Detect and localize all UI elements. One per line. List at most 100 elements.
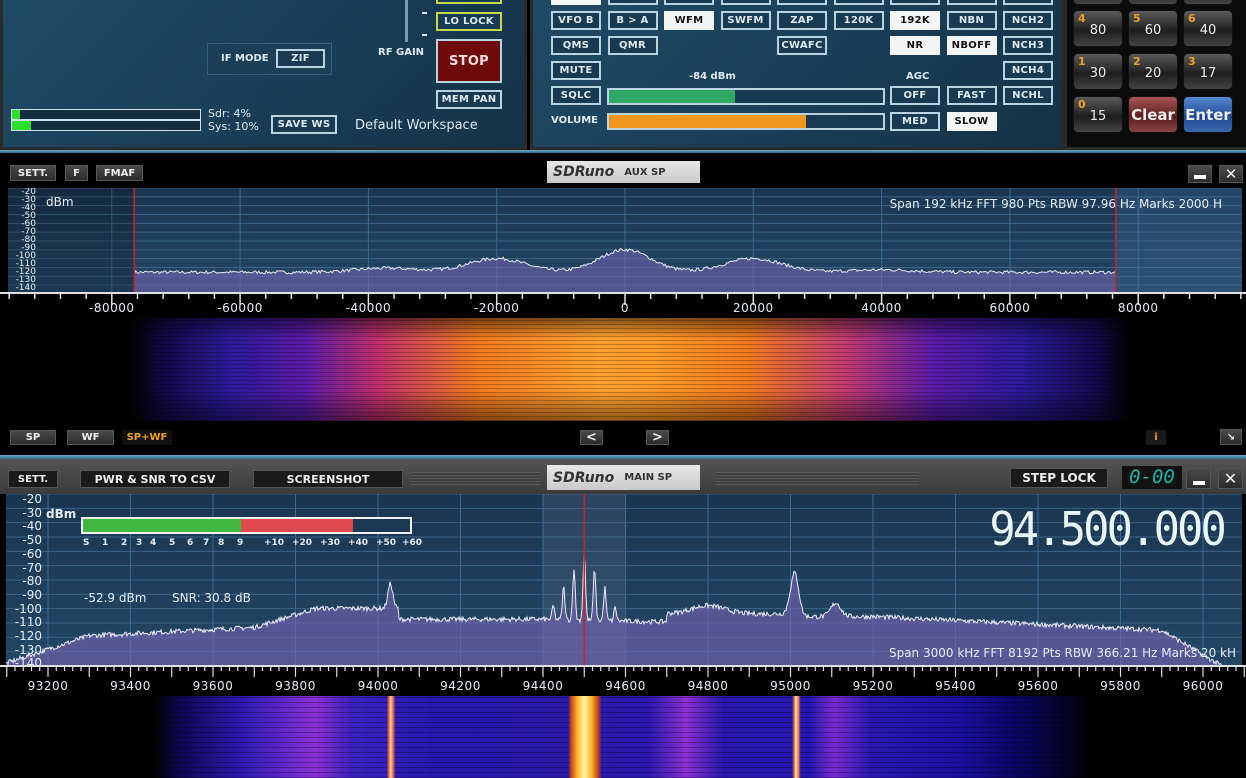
keypad-top-cut[interactable] [1128,0,1178,5]
mem-pan-button[interactable]: MEM PAN [436,90,502,109]
agc-med-button[interactable]: MED [890,112,940,131]
qmr-button[interactable]: QMR [607,36,658,55]
if-mode-zif-button[interactable]: ZIF [276,49,325,68]
aux-x-tick-label: 0 [620,301,630,315]
main-waterfall[interactable] [6,696,1242,778]
save-workspace-button[interactable]: SAVE WS [271,115,337,134]
stop-button[interactable]: STOP [436,39,502,83]
squelch-slider[interactable] [607,88,885,105]
screenshot-button[interactable]: SCREENSHOT [253,470,403,488]
main-y-tick: -50 [22,533,42,548]
aux-waterfall[interactable] [8,318,1242,421]
main-x-tick-label: 96000 [1182,679,1224,693]
keypad-clear-button[interactable]: Clear [1128,96,1178,133]
view-wf-button[interactable]: WF [67,430,114,445]
nr-button[interactable]: NR [890,36,940,55]
step-lock-button[interactable]: STEP LOCK [1010,468,1108,488]
agc-slow-button[interactable]: SLOW [946,112,997,131]
key-band: 15 [1089,109,1107,124]
top-row-cut-button[interactable] [777,0,827,5]
keypad-top-cut[interactable] [1183,0,1233,5]
button-zap[interactable]: ZAP [777,11,827,30]
nchl-button[interactable]: NCHL [1003,86,1053,105]
top-row-cut-button[interactable] [1003,0,1053,5]
main-settings-button[interactable]: SETT. [8,470,58,488]
aux-resize-button[interactable]: ↘ [1220,429,1242,445]
main-y-tick: -90 [22,587,42,602]
top-row-cut-button[interactable] [551,0,601,5]
top-row-cut-button[interactable] [607,0,658,5]
key-band: 60 [1144,23,1162,38]
aux-x-tick-label: 20000 [732,301,774,315]
keypad-enter-button[interactable]: Enter [1183,96,1233,133]
close-icon: ✕ [1224,165,1238,183]
agc-fast-button[interactable]: FAST [946,86,997,105]
aux-prev-button[interactable]: < [580,430,603,445]
aux-f-button[interactable]: F [65,165,88,181]
button-b-a[interactable]: B > A [607,11,658,30]
rf-gain-label: RF GAIN [378,47,425,58]
nch3-button[interactable]: NCH3 [1003,36,1053,55]
key-number: 2 [1133,55,1141,68]
button-wfm[interactable]: WFM [664,11,714,30]
view-sp-button[interactable]: SP [10,430,56,445]
top-row-cut-button[interactable] [946,0,997,5]
nboff-button[interactable]: NBOFF [946,36,997,55]
main-x-tick-label: 94400 [522,679,564,693]
button-vfo-b[interactable]: VFO B [551,11,601,30]
lo-lock-button[interactable]: LO LOCK [436,12,502,31]
top-row-cut-button[interactable] [890,0,940,5]
pwr-snr-csv-button[interactable]: PWR & SNR TO CSV [80,470,230,488]
aux-spectrum[interactable]: dBm Span 192 kHz FFT 980 Pts RBW 97.96 H… [8,188,1242,294]
mute-button[interactable]: MUTE [551,61,601,80]
keypad-key-1[interactable]: 1 30 [1073,53,1123,90]
cwafc-button[interactable]: CWAFC [777,36,827,55]
qms-button[interactable]: QMS [551,36,601,55]
aux-waterfall-fade [8,318,1242,421]
rf-gain-slider-track[interactable] [405,0,408,42]
view-spwf-button[interactable]: SP+WF [122,430,172,445]
keypad-key-3[interactable]: 3 17 [1183,53,1233,90]
aux-info-button[interactable]: i [1146,430,1166,445]
main-title-badge: SDRuno MAIN SP [547,465,700,490]
aux-settings-button[interactable]: SETT. [10,165,56,181]
main-close-button[interactable]: ✕ [1218,468,1243,489]
main-minimize-button[interactable] [1186,468,1211,489]
key-band: 80 [1089,23,1107,38]
keypad-key-0[interactable]: 0 15 [1073,96,1123,133]
button-swfm[interactable]: SWFM [720,11,771,30]
button-nch2[interactable]: NCH2 [1003,11,1053,30]
aux-fmaf-button[interactable]: FMAF [96,165,143,181]
volume-slider-fill [609,115,807,128]
main-sp-grip [716,472,919,486]
aux-close-button[interactable]: ✕ [1219,165,1243,183]
main-spectrum[interactable]: dBm -20 -30 -40 -50 -60 -70 -80 -90 -100 -110 -120… [6,494,1242,666]
aux-next-button[interactable]: > [646,430,669,445]
button-nbn[interactable]: NBN [946,11,997,30]
keypad-key-4[interactable]: 4 80 [1073,10,1123,47]
top-cut-button[interactable] [436,0,502,4]
vfo-frequency[interactable]: 94.500.000 [989,502,1226,556]
nch4-button[interactable]: NCH4 [1003,61,1053,80]
top-row-cut-button[interactable] [720,0,771,5]
top-row-cut-button[interactable] [664,0,714,5]
main-x-tick-label: 95000 [770,679,811,693]
keypad-key-2[interactable]: 2 20 [1128,53,1178,90]
agc-off-button[interactable]: OFF [890,86,940,105]
main-x-tick-label: 95400 [935,679,976,693]
key-band: 17 [1199,66,1217,81]
main-unit-label: dBm [46,507,77,521]
aux-minimize-button[interactable] [1188,165,1212,183]
keypad-key-6[interactable]: 6 40 [1183,10,1233,47]
top-row-cut-button[interactable] [833,0,884,5]
s-meter-scale-label: 5 [169,538,176,548]
button-192k[interactable]: 192K [890,11,940,30]
keypad-key-5[interactable]: 5 60 [1128,10,1178,47]
s-meter-scale-label: 3 [136,538,143,548]
squelch-button[interactable]: SQLC [551,86,601,105]
keypad-top-cut[interactable] [1073,0,1123,5]
main-y-tick: -70 [22,560,42,575]
main-y-tick: -60 [22,546,42,561]
volume-slider[interactable] [607,113,885,130]
button-120k[interactable]: 120K [833,11,884,30]
